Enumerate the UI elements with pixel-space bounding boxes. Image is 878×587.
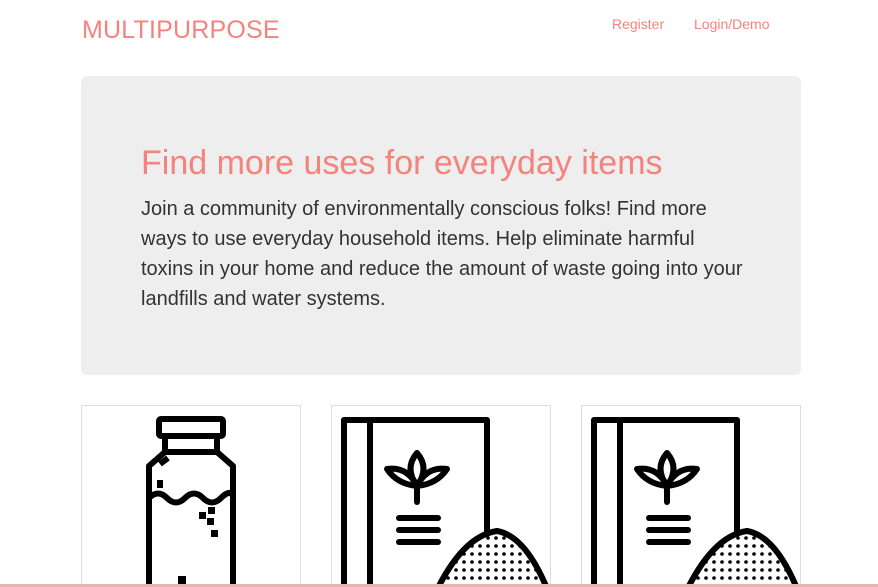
item-card-bottle[interactable]	[81, 405, 301, 587]
brand-logo-link[interactable]: MULTIPURPOSE	[82, 16, 280, 45]
page: MULTIPURPOSE Register Login/Demo Find mo…	[0, 0, 878, 587]
hero-description: Join a community of environmentally cons…	[141, 198, 743, 310]
navbar: MULTIPURPOSE Register Login/Demo	[0, 0, 878, 62]
bottle-icon	[146, 416, 236, 587]
item-card-seed-bag[interactable]	[331, 405, 551, 587]
seed-bag-icon	[591, 417, 800, 587]
item-card-seed-bag-2[interactable]	[581, 405, 801, 587]
hero-jumbotron: Find more uses for everyday items Join a…	[81, 76, 801, 375]
hero-title: Find more uses for everyday items	[141, 144, 663, 182]
login-demo-link[interactable]: Login/Demo	[694, 16, 770, 32]
seed-bag-icon	[341, 417, 550, 587]
register-link[interactable]: Register	[612, 16, 664, 32]
